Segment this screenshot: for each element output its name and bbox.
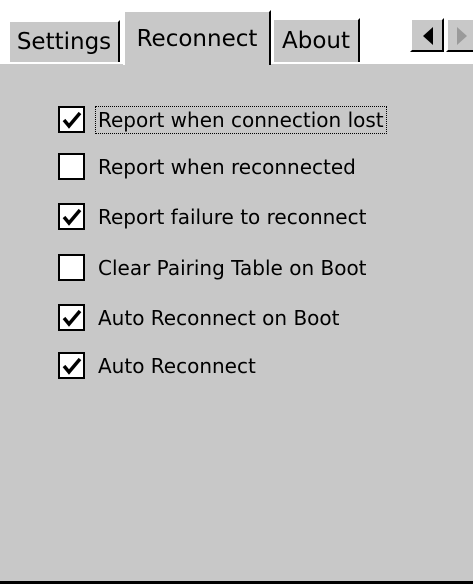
option-label: Report when reconnected [98, 154, 356, 179]
checkbox[interactable] [58, 304, 85, 331]
reconnect-panel: Report when connection lost Report when … [0, 62, 473, 584]
tab-strip: Settings Reconnect About [0, 0, 473, 65]
checkmark-icon [62, 309, 81, 327]
option-auto-reconnect[interactable]: Auto Reconnect [58, 352, 258, 379]
checkmark-icon [62, 208, 81, 226]
checkbox[interactable] [58, 254, 85, 281]
option-auto-reconnect-boot[interactable]: Auto Reconnect on Boot [58, 304, 341, 331]
option-report-failure[interactable]: Report failure to reconnect [58, 203, 368, 230]
dialog-window: Settings Reconnect About Report when con… [0, 0, 473, 584]
checkmark-icon [62, 111, 81, 129]
tab-scroll-right-button[interactable] [446, 18, 473, 52]
option-label: Report failure to reconnect [98, 204, 367, 229]
left-arrow-icon [423, 27, 433, 45]
option-report-reconnected[interactable]: Report when reconnected [58, 153, 358, 180]
tab-settings[interactable]: Settings [8, 20, 120, 62]
option-report-connection-lost[interactable]: Report when connection lost [58, 105, 387, 134]
checkmark-icon [62, 357, 81, 375]
checkbox[interactable] [58, 352, 85, 379]
tab-about[interactable]: About [272, 18, 360, 62]
option-label: Report when connection lost [95, 105, 387, 134]
tab-scroll-left-button[interactable] [410, 18, 444, 52]
checkbox[interactable] [58, 153, 85, 180]
option-label: Auto Reconnect [98, 353, 256, 378]
option-label: Clear Pairing Table on Boot [98, 255, 367, 280]
option-label: Auto Reconnect on Boot [98, 305, 340, 330]
checkbox[interactable] [58, 106, 85, 133]
option-clear-pairing-table[interactable]: Clear Pairing Table on Boot [58, 254, 369, 281]
tab-reconnect[interactable]: Reconnect [123, 10, 271, 65]
checkbox[interactable] [58, 203, 85, 230]
right-arrow-icon [457, 27, 467, 45]
